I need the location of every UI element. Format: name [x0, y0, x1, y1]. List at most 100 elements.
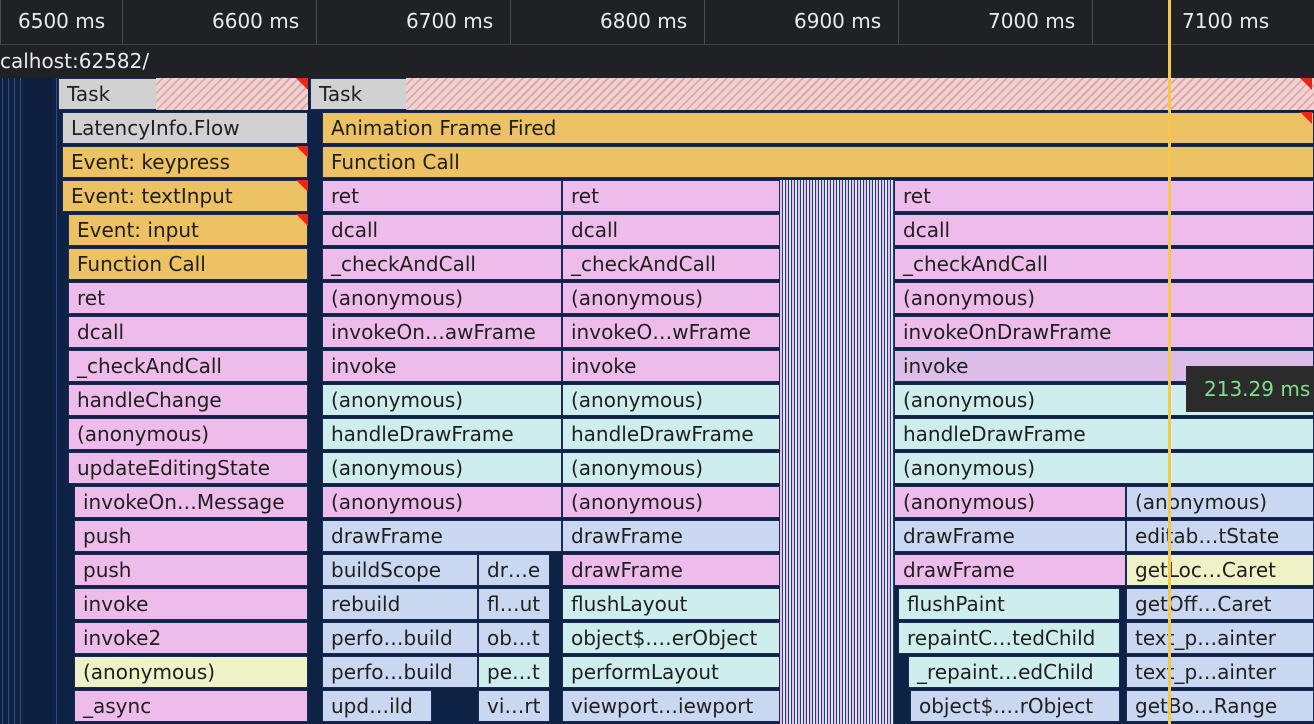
function-block[interactable]: _repaint…edChild	[908, 656, 1120, 688]
function-block[interactable]: dcall	[68, 316, 308, 348]
function-block[interactable]: getLoc…Caret	[1126, 554, 1314, 586]
function-block[interactable]: invokeOnDrawFrame	[894, 316, 1314, 348]
function-block[interactable]: ret	[894, 180, 1314, 212]
function-block[interactable]: dcall	[894, 214, 1314, 246]
function-block[interactable]: invoke2	[74, 622, 308, 654]
function-block[interactable]: ret	[562, 180, 780, 212]
function-block[interactable]: push	[74, 554, 308, 586]
function-block[interactable]: invoke	[74, 588, 308, 620]
function-block[interactable]: drawFrame	[562, 520, 780, 552]
function-block[interactable]: flushPaint	[898, 588, 1120, 620]
function-block[interactable]: updateEditingState	[68, 452, 308, 484]
function-block[interactable]: handleChange	[68, 384, 308, 416]
function-block[interactable]: _checkAndCall	[894, 248, 1314, 280]
function-block[interactable]: dcall	[562, 214, 780, 246]
function-block[interactable]: (anonymous)	[68, 418, 308, 450]
function-block[interactable]: _checkAndCall	[562, 248, 780, 280]
function-block[interactable]: rebuild	[322, 588, 478, 620]
function-block[interactable]: getOff…Caret	[1126, 588, 1314, 620]
ruler-tick	[122, 0, 123, 44]
ruler-tick	[510, 0, 511, 44]
ruler-tick	[0, 0, 1, 44]
function-block[interactable]: invoke	[322, 350, 562, 382]
event-block[interactable]: Event: input	[68, 214, 308, 246]
event-block[interactable]: Event: keypress	[62, 146, 308, 178]
function-block[interactable]: (anonymous)	[562, 282, 780, 314]
ruler-tick	[704, 0, 705, 44]
task-block[interactable]: Task	[58, 78, 158, 110]
ruler-tick-label: 6900 ms	[794, 9, 882, 33]
function-block[interactable]: (anonymous)	[894, 486, 1126, 518]
function-block[interactable]: getBo…Range	[1126, 690, 1314, 722]
time-cursor-line	[1168, 0, 1171, 724]
ruler-tick-label: 6600 ms	[212, 9, 300, 33]
function-block[interactable]: (anonymous)	[322, 282, 562, 314]
function-block[interactable]: handleDrawFrame	[894, 418, 1314, 450]
function-block[interactable]: ret	[322, 180, 562, 212]
function-block[interactable]: dcall	[322, 214, 562, 246]
function-block[interactable]: (anonymous)	[322, 384, 562, 416]
timeline-ruler[interactable]: 6500 ms 6600 ms 6700 ms 6800 ms 6900 ms …	[0, 0, 1314, 44]
function-block[interactable]: viewport…iewport	[562, 690, 780, 722]
duration-tooltip: 213.29 ms	[1186, 366, 1314, 412]
function-block[interactable]: ob…t	[478, 622, 550, 654]
ruler-tick	[1092, 0, 1093, 44]
function-block[interactable]: object$.…erObject	[562, 622, 780, 654]
function-block[interactable]: invokeOn…Message	[74, 486, 308, 518]
flame-chart[interactable]: Task Task LatencyInfo.Flow Event: keypre…	[0, 78, 1314, 724]
function-block[interactable]: drawFrame	[322, 520, 562, 552]
function-block[interactable]: ret	[68, 282, 308, 314]
function-block[interactable]: drawFrame	[894, 554, 1126, 586]
ruler-tick-label: 7000 ms	[988, 9, 1076, 33]
function-block[interactable]: (anonymous)	[894, 282, 1314, 314]
function-block[interactable]: (anonymous)	[1126, 486, 1314, 518]
function-block[interactable]: performLayout	[562, 656, 780, 688]
dense-calls-region	[780, 180, 894, 724]
function-block[interactable]: _checkAndCall	[322, 248, 562, 280]
event-block[interactable]: Event: textInput	[62, 180, 308, 212]
function-block[interactable]: invokeOn…awFrame	[322, 316, 562, 348]
function-block[interactable]: _async	[74, 690, 308, 722]
function-block[interactable]: pe…t	[478, 656, 550, 688]
long-task-hatch	[406, 78, 1314, 110]
function-block[interactable]: vi…rt	[478, 690, 550, 722]
function-block[interactable]: dr…e	[478, 554, 550, 586]
ruler-tick-label: 6700 ms	[406, 9, 494, 33]
function-block[interactable]: (anonymous)	[562, 486, 780, 518]
function-block[interactable]: drawFrame	[894, 520, 1126, 552]
function-block[interactable]: (anonymous)	[562, 452, 780, 484]
warning-marker-icon	[296, 146, 308, 158]
function-block[interactable]: (anonymous)	[562, 384, 780, 416]
animation-frame-block[interactable]: Animation Frame Fired	[322, 112, 1314, 144]
function-block[interactable]: _checkAndCall	[68, 350, 308, 382]
function-block[interactable]: fl…ut	[478, 588, 550, 620]
function-block[interactable]: handleDrawFrame	[562, 418, 780, 450]
function-block[interactable]: (anonymous)	[74, 656, 308, 688]
function-block[interactable]: (anonymous)	[322, 486, 562, 518]
function-block[interactable]: (anonymous)	[894, 452, 1314, 484]
ruler-tick	[316, 0, 317, 44]
track-header[interactable]: calhost:62582/	[0, 44, 1314, 78]
ruler-tick	[898, 0, 899, 44]
function-block[interactable]: (anonymous)	[322, 452, 562, 484]
task-block[interactable]: Task	[310, 78, 408, 110]
function-block[interactable]: invokeO…wFrame	[562, 316, 780, 348]
function-block[interactable]: object$.…rObject	[910, 690, 1120, 722]
function-block[interactable]: drawFrame	[562, 554, 780, 586]
function-call-block[interactable]: Function Call	[322, 146, 1314, 178]
function-block[interactable]: perfo…build	[322, 656, 478, 688]
event-block[interactable]: LatencyInfo.Flow	[62, 112, 308, 144]
function-block[interactable]: push	[74, 520, 308, 552]
function-block[interactable]: text_p…ainter	[1126, 656, 1314, 688]
function-block[interactable]: repaintC…tedChild	[898, 622, 1120, 654]
function-block[interactable]: invoke	[562, 350, 780, 382]
function-block[interactable]: flushLayout	[562, 588, 780, 620]
function-block[interactable]: perfo…build	[322, 622, 478, 654]
function-block[interactable]: buildScope	[322, 554, 478, 586]
function-block[interactable]: upd…ild	[322, 690, 432, 722]
function-block[interactable]: Function Call	[68, 248, 308, 280]
warning-marker-icon	[1300, 112, 1312, 124]
function-block[interactable]: handleDrawFrame	[322, 418, 562, 450]
function-block[interactable]: text_p…ainter	[1126, 622, 1314, 654]
function-block[interactable]: editab…tState	[1126, 520, 1314, 552]
